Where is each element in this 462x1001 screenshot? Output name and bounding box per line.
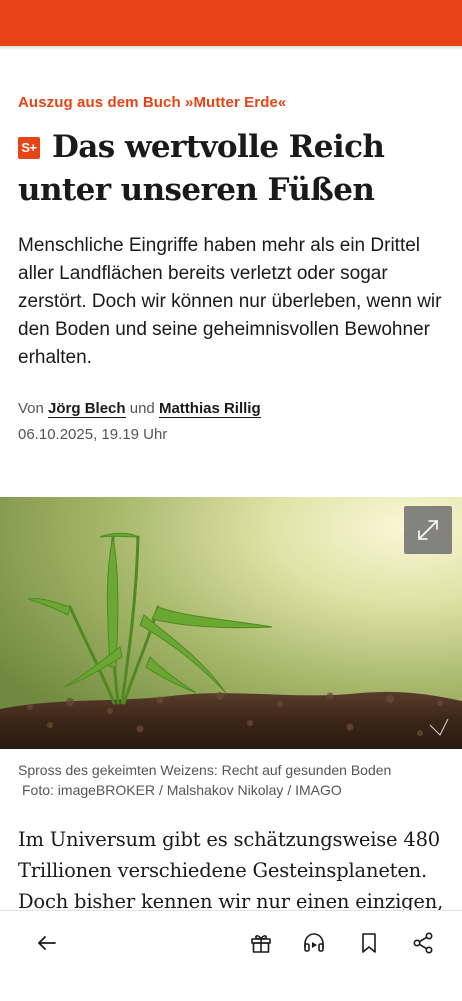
- top-bar: [0, 0, 462, 46]
- gift-icon[interactable]: [249, 931, 273, 955]
- byline-prefix: Von: [18, 400, 44, 417]
- spiegel-plus-badge: S+: [18, 137, 40, 159]
- headline-text: Das wertvolle Reich unter unseren Füßen: [18, 129, 385, 208]
- top-bar-shadow: [0, 46, 462, 50]
- article-kicker: Auszug aus dem Buch »Mutter Erde«: [18, 94, 287, 111]
- image-credit: Foto: imageBROKER / Malshakov Nikolay / …: [22, 782, 342, 798]
- image-caption: Spross des gekeimten Weizens: Recht auf …: [18, 762, 392, 778]
- author-link-1[interactable]: Jörg Blech: [48, 400, 126, 418]
- byline: Von Jörg Blech und Matthias Rillig: [18, 398, 261, 420]
- article-intro: Menschliche Eingriffe haben mehr als ein…: [18, 235, 442, 368]
- author-link-2[interactable]: Matthias Rillig: [158, 400, 261, 418]
- bottom-navigation: [0, 910, 462, 1001]
- expand-icon: [418, 520, 438, 540]
- share-icon[interactable]: [411, 931, 435, 955]
- headphones-icon[interactable]: [302, 931, 326, 955]
- back-arrow-icon[interactable]: [35, 931, 59, 955]
- wheat-sprout-photo: [0, 497, 462, 749]
- publish-date: 06.10.2025, 19.19 Uhr: [18, 426, 168, 443]
- article-header: Auszug aus dem Buch »Mutter Erde« S+ Das …: [18, 92, 444, 212]
- bookmark-icon[interactable]: [357, 931, 381, 955]
- article-image[interactable]: [0, 497, 462, 749]
- byline-conjunction: und: [129, 400, 155, 417]
- article-headline: S+ Das wertvolle Reich unter unseren Füße…: [18, 126, 444, 212]
- expand-image-button[interactable]: [404, 506, 452, 554]
